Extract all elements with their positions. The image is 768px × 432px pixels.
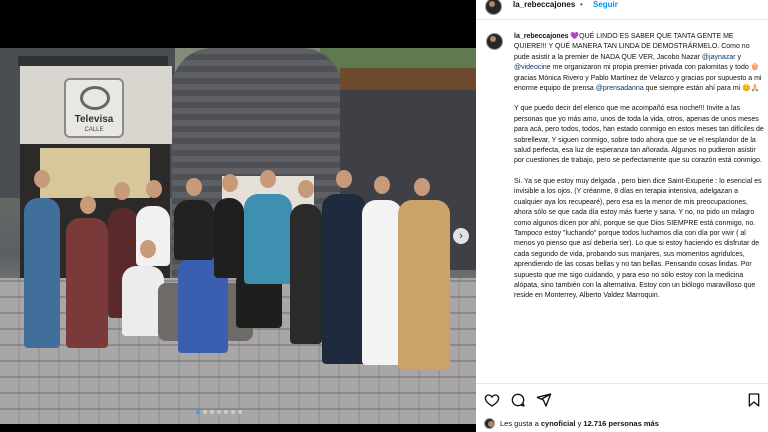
person <box>214 198 244 278</box>
person <box>136 206 170 266</box>
person-head <box>34 170 50 188</box>
likes-summary: Les gusta a cynoficial y 12.716 personas… <box>484 418 659 429</box>
televisa-globe-icon <box>80 86 110 110</box>
person-head <box>298 180 314 198</box>
share-icon[interactable] <box>536 392 552 408</box>
header-divider <box>476 19 768 20</box>
carousel-dot[interactable] <box>224 410 228 414</box>
building-roof <box>18 56 168 66</box>
person-head <box>222 174 238 192</box>
mention-link[interactable]: @jaynazar <box>702 54 736 61</box>
televisa-logo: Televisa CALLE <box>64 78 124 138</box>
televisa-brand-text: Televisa <box>74 114 114 125</box>
comment-icon[interactable] <box>510 392 526 408</box>
person-head <box>140 240 156 258</box>
televisa-sub-text: CALLE <box>84 127 104 133</box>
caption-username[interactable]: la_rebeccajones <box>514 33 568 40</box>
liker-avatar[interactable] <box>484 418 495 429</box>
carousel-dot[interactable] <box>231 410 235 414</box>
mention-link[interactable]: @prensadanna <box>596 85 644 92</box>
person <box>398 200 450 370</box>
carousel-dot[interactable] <box>203 410 207 414</box>
author-username[interactable]: la_rebeccajones <box>513 0 575 9</box>
person-head <box>260 170 276 188</box>
person-head <box>414 178 430 196</box>
caption-paragraph-1: la_rebeccajones 💜QUÉ LINDO ES SABER QUE … <box>514 32 764 94</box>
person <box>244 194 292 284</box>
building-sign-panel: Televisa CALLE <box>20 66 172 144</box>
separator-dot: • <box>580 0 583 9</box>
post-actions <box>484 392 764 408</box>
likes-text: Les gusta a cynoficial y 12.716 personas… <box>500 419 659 428</box>
person-head <box>80 196 96 214</box>
heart-icon[interactable] <box>484 392 500 408</box>
chevron-right-icon[interactable]: › <box>453 228 469 244</box>
carousel-dot[interactable] <box>217 410 221 414</box>
caption-avatar[interactable] <box>486 33 503 50</box>
person <box>362 200 402 365</box>
bookmark-icon[interactable] <box>746 392 762 408</box>
liker-username[interactable]: cynoficial <box>541 419 576 428</box>
avatar[interactable] <box>485 0 502 15</box>
carousel-dot[interactable] <box>210 410 214 414</box>
carousel-dots <box>196 410 242 414</box>
person <box>174 200 214 260</box>
post-photo[interactable]: Televisa CALLE <box>0 48 476 424</box>
person-head <box>114 182 130 200</box>
likes-count[interactable]: 12.716 personas más <box>583 419 658 428</box>
person-head <box>186 178 202 196</box>
likes-prefix: Les gusta a <box>500 419 541 428</box>
caption-paragraph-3: Si. Ya se que estoy muy delgada , pero b… <box>514 177 764 300</box>
caption-text-segment: que siempre están ahí para mi 😊🙏 <box>643 85 760 93</box>
caption-scroll[interactable]: la_rebeccajones 💜QUÉ LINDO ES SABER QUE … <box>484 30 764 382</box>
actions-divider <box>476 383 768 384</box>
person <box>290 204 322 344</box>
caption-text-segment: y <box>735 53 743 61</box>
person <box>24 198 60 348</box>
person <box>66 218 108 348</box>
post-media[interactable]: Televisa CALLE › <box>0 0 476 432</box>
carousel-dot[interactable] <box>238 410 242 414</box>
follow-button[interactable]: Seguir <box>593 0 618 9</box>
carousel-dot[interactable] <box>196 410 200 414</box>
post-header: la_rebeccajones • Seguir <box>476 0 768 15</box>
caption-paragraph-2: Y que puedo decir del elenco que me acom… <box>514 105 764 165</box>
person-head <box>146 180 162 198</box>
doorway-light <box>40 148 150 198</box>
mention-link[interactable]: @videocine <box>514 64 551 71</box>
post-sidebar: la_rebeccajones • Seguir la_rebeccajones… <box>476 0 768 432</box>
person-head <box>336 170 352 188</box>
person-head <box>374 176 390 194</box>
caption-text: la_rebeccajones 💜QUÉ LINDO ES SABER QUE … <box>514 32 764 312</box>
person <box>322 194 366 364</box>
